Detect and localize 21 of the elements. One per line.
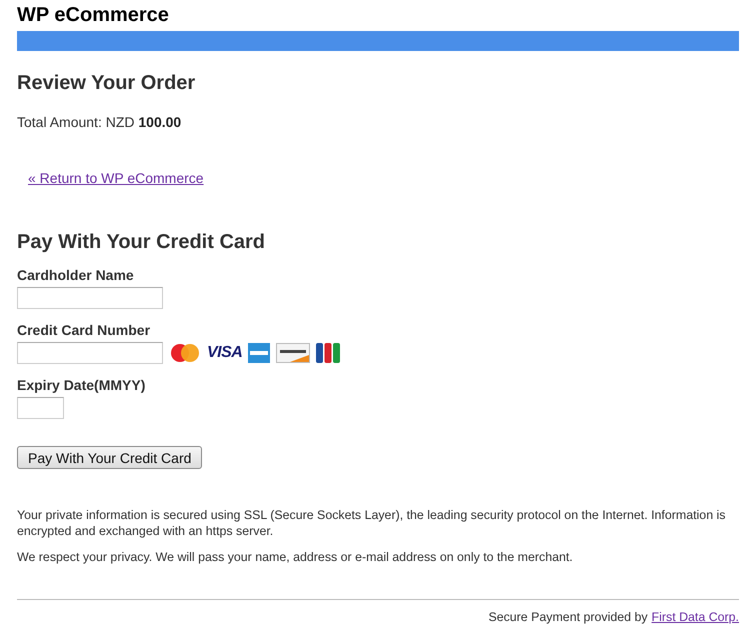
info-paragraph: We respect your privacy. We will pass your name, address or e-mail address on only to the merchant. bbox=[17, 549, 574, 565]
section-heading: Pay With Your Credit Card bbox=[17, 230, 266, 254]
field-label: Expiry Date(MMYY) bbox=[17, 377, 146, 393]
mastercard-logo-icon bbox=[169, 343, 201, 363]
return-link[interactable]: « Return to WP eCommerce bbox=[28, 170, 204, 186]
jcb-logo-icon bbox=[316, 343, 340, 363]
section-heading: Review Your Order bbox=[17, 71, 196, 95]
discover-logo-icon bbox=[276, 343, 310, 363]
site-title: WP eCommerce bbox=[17, 4, 170, 26]
field-label: Cardholder Name bbox=[17, 267, 135, 283]
provider-link[interactable]: First Data Corp. bbox=[652, 610, 739, 624]
input-field[interactable] bbox=[17, 397, 64, 419]
visa-logo: VISA bbox=[207, 344, 242, 362]
pay-button[interactable]: Pay With Your Credit Card bbox=[17, 446, 202, 469]
amex-logo-icon bbox=[248, 343, 270, 363]
total-amount: Total Amount: NZD 100.00 bbox=[17, 114, 182, 130]
field-label: Credit Card Number bbox=[17, 322, 152, 338]
input-field[interactable] bbox=[17, 342, 163, 364]
info-paragraph: Your private information is secured using SSL (Secure Sockets Layer), the leading security protocol on the Internet. Information is encrypted and exchanged with an https server. bbox=[17, 507, 726, 539]
footer-text: Secure Payment provided by bbox=[488, 610, 648, 624]
input-field[interactable] bbox=[17, 287, 163, 309]
